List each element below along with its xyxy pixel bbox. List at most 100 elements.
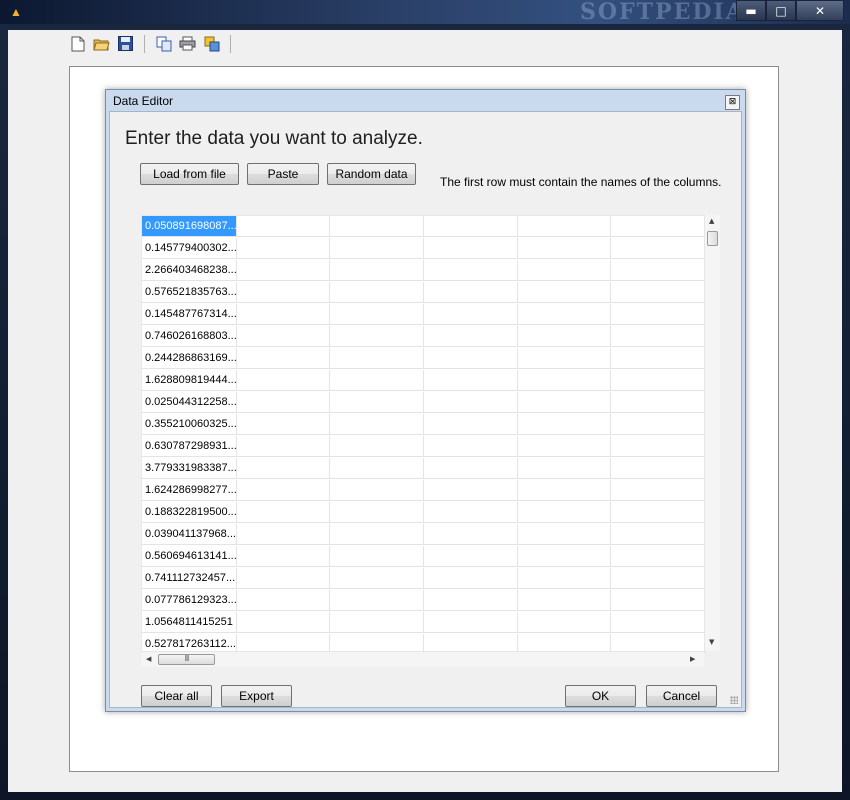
grid-cell[interactable] [423, 612, 518, 633]
grid-cell[interactable] [236, 480, 331, 501]
grid-cell[interactable]: 3.779331983387... [142, 458, 237, 479]
grid-cell[interactable] [236, 282, 331, 303]
data-grid[interactable]: 0.050891698087... 0.145779400302... 2.2664… [141, 215, 706, 653]
grid-cell[interactable] [423, 348, 518, 369]
clear-all-button[interactable]: Clear all [141, 685, 212, 707]
grid-cell[interactable] [611, 260, 705, 281]
grid-cell[interactable]: 0.077786129323... [142, 590, 237, 611]
grid-cell[interactable] [423, 524, 518, 545]
grid-cell[interactable] [236, 612, 331, 633]
grid-cell[interactable]: 0.355210060325... [142, 414, 237, 435]
grid-cell[interactable] [611, 238, 705, 259]
grid-cell[interactable] [517, 414, 612, 435]
grid-cell[interactable] [236, 348, 331, 369]
grid-cell[interactable] [236, 524, 331, 545]
grid-cell[interactable] [330, 414, 424, 435]
scroll-down-icon[interactable]: ▼ [709, 638, 714, 646]
print-icon[interactable] [178, 34, 197, 53]
grid-cell[interactable] [423, 458, 518, 479]
grid-cell[interactable] [611, 326, 705, 347]
maximize-button[interactable]: □ [766, 0, 796, 21]
grid-cell[interactable]: 0.244286863169... [142, 348, 237, 369]
scroll-right-icon[interactable]: ▶ [690, 655, 695, 663]
grid-cell[interactable] [330, 524, 424, 545]
grid-cell[interactable] [611, 304, 705, 325]
grid-cell[interactable] [423, 260, 518, 281]
grid-cell[interactable] [423, 502, 518, 523]
grid-cell[interactable] [517, 502, 612, 523]
grid-cell[interactable] [330, 612, 424, 633]
grid-cell[interactable] [423, 414, 518, 435]
grid-cell[interactable]: 0.145779400302... [142, 238, 237, 259]
grid-cell[interactable] [236, 568, 331, 589]
grid-cell[interactable] [330, 436, 424, 457]
grid-cell[interactable] [330, 238, 424, 259]
grid-cell[interactable] [423, 304, 518, 325]
grid-cell[interactable]: 1.0564811415251 [142, 612, 237, 633]
grid-cell[interactable] [423, 590, 518, 611]
grid-cell[interactable] [611, 524, 705, 545]
new-file-icon[interactable] [68, 34, 87, 53]
grid-cell[interactable] [517, 590, 612, 611]
grid-cell[interactable] [611, 502, 705, 523]
close-button[interactable]: ✕ [796, 0, 844, 21]
grid-cell[interactable] [236, 458, 331, 479]
grid-cell[interactable] [611, 348, 705, 369]
minimize-button[interactable]: ▬ [736, 0, 766, 21]
cancel-button[interactable]: Cancel [646, 685, 717, 707]
vertical-scrollbar[interactable]: ▲ ▼ [704, 215, 720, 651]
grid-cell[interactable] [611, 436, 705, 457]
grid-cell[interactable] [330, 348, 424, 369]
grid-cell[interactable] [236, 370, 331, 391]
grid-cell[interactable] [611, 480, 705, 501]
grid-cell[interactable] [517, 216, 612, 237]
grid-cell[interactable] [423, 370, 518, 391]
grid-cell[interactable]: 0.746026168803... [142, 326, 237, 347]
grid-cell[interactable] [330, 304, 424, 325]
grid-cell[interactable] [330, 502, 424, 523]
grid-cell[interactable] [236, 436, 331, 457]
ok-button[interactable]: OK [565, 685, 636, 707]
grid-cell[interactable]: 0.741112732457... [142, 568, 237, 589]
grid-cell[interactable] [330, 392, 424, 413]
random-data-button[interactable]: Random data [327, 163, 416, 185]
grid-cell[interactable]: 0.576521835763... [142, 282, 237, 303]
grid-cell[interactable] [423, 568, 518, 589]
grid-cell[interactable]: 0.560694613141... [142, 546, 237, 567]
grid-cell[interactable] [517, 568, 612, 589]
horizontal-scroll-thumb[interactable]: III [158, 654, 215, 665]
grid-cell[interactable] [236, 414, 331, 435]
grid-cell[interactable] [423, 216, 518, 237]
grid-cell[interactable] [330, 458, 424, 479]
grid-cell[interactable] [236, 238, 331, 259]
grid-cell[interactable]: 2.266403468238... [142, 260, 237, 281]
grid-cell[interactable] [330, 282, 424, 303]
grid-cell[interactable] [517, 458, 612, 479]
scroll-left-icon[interactable]: ◀ [146, 655, 151, 663]
grid-cell[interactable] [517, 546, 612, 567]
grid-cell[interactable] [611, 414, 705, 435]
copy-icon[interactable] [154, 34, 173, 53]
grid-cell[interactable] [330, 216, 424, 237]
grid-cell[interactable] [611, 392, 705, 413]
open-folder-icon[interactable] [92, 34, 111, 53]
grid-cell[interactable] [517, 480, 612, 501]
grid-cell[interactable] [236, 502, 331, 523]
grid-cell[interactable] [611, 590, 705, 611]
grid-cell[interactable] [611, 282, 705, 303]
grid-cell[interactable] [517, 524, 612, 545]
grid-cell[interactable]: 1.628809819444... [142, 370, 237, 391]
grid-cell[interactable] [611, 458, 705, 479]
grid-cell[interactable] [611, 546, 705, 567]
grid-cell[interactable]: 1.624286998277... [142, 480, 237, 501]
grid-cell[interactable] [517, 238, 612, 259]
grid-cell[interactable] [517, 348, 612, 369]
grid-cell[interactable] [236, 590, 331, 611]
resize-grip-icon[interactable] [730, 696, 738, 704]
grid-cell[interactable] [236, 326, 331, 347]
grid-cell[interactable] [517, 436, 612, 457]
export-button[interactable]: Export [221, 685, 292, 707]
grid-cell[interactable] [236, 546, 331, 567]
grid-cell[interactable]: 0.145487767314... [142, 304, 237, 325]
paste-button[interactable]: Paste [247, 163, 319, 185]
